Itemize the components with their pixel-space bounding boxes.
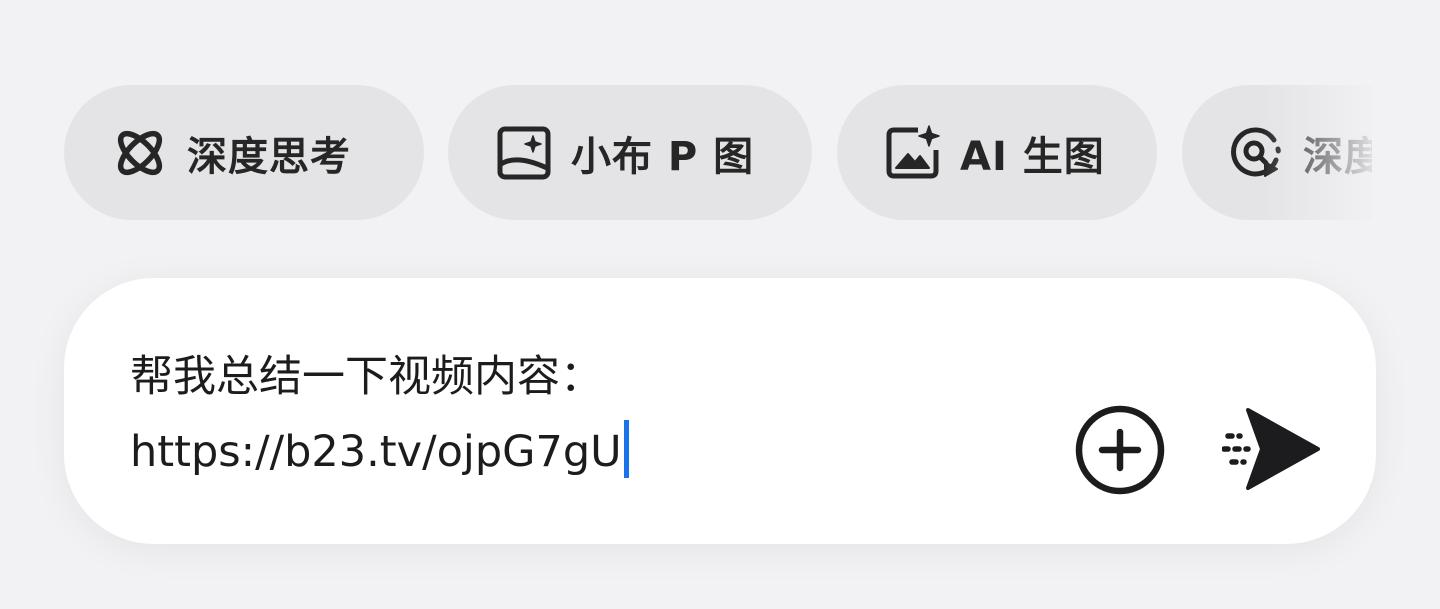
message-input-card[interactable]: 帮我总结一下视频内容： https://b23.tv/ojpG7gU — [64, 278, 1376, 544]
chip-photo-edit[interactable]: 小布 P 图 — [448, 85, 812, 220]
send-button[interactable] — [1222, 406, 1322, 492]
input-line-1: 帮我总结一下视频内容： — [130, 352, 603, 402]
add-button[interactable] — [1074, 404, 1166, 496]
message-input[interactable]: 帮我总结一下视频内容： https://b23.tv/ojpG7gU — [130, 340, 1030, 490]
input-line-2-wrap: https://b23.tv/ojpG7gU — [130, 415, 1030, 490]
atom-icon — [111, 124, 169, 182]
video-search-icon — [1227, 124, 1285, 182]
input-line-2: https://b23.tv/ojpG7gU — [130, 427, 622, 477]
chip-label: 深度思考 — [187, 133, 351, 180]
image-sparkle-icon — [884, 124, 942, 182]
chip-deep-thinking[interactable]: 深度思考 — [64, 85, 424, 220]
quick-actions-row: 深度思考 小布 P 图 AI 生图 深度 — [0, 85, 1372, 220]
text-caret — [623, 420, 629, 478]
chip-label: 小布 P 图 — [571, 133, 755, 180]
chip-label: 深度 — [1303, 133, 1372, 180]
chip-deep-video[interactable]: 深度 — [1182, 85, 1372, 220]
plus-circle-icon — [1075, 405, 1165, 495]
image-edit-icon — [495, 124, 553, 182]
chip-label: AI 生图 — [960, 133, 1105, 180]
send-icon — [1222, 408, 1320, 490]
chip-ai-image[interactable]: AI 生图 — [837, 85, 1157, 220]
